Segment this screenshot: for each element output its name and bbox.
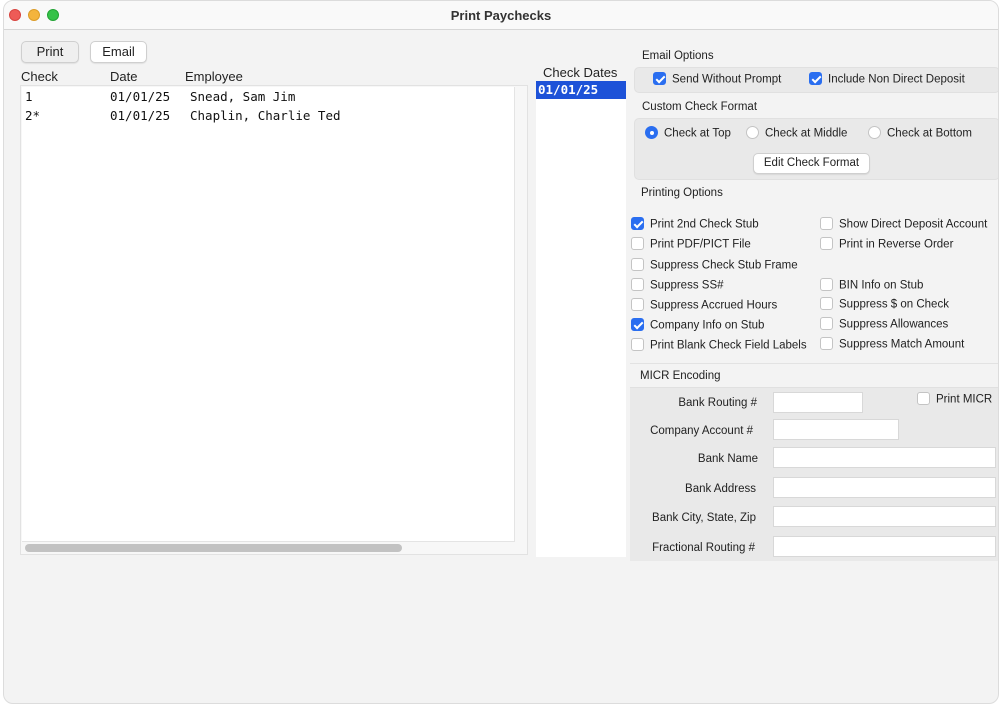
micr-encoding-label: MICR Encoding bbox=[640, 370, 721, 382]
bank-name-label: Bank Name bbox=[697, 453, 758, 465]
suppress-allowances-checkbox[interactable]: Suppress Allowances bbox=[820, 317, 948, 331]
checkbox-unchecked-icon bbox=[820, 278, 833, 291]
fractional-routing-input[interactable] bbox=[773, 536, 996, 557]
print-micr-checkbox[interactable]: Print MICR bbox=[917, 392, 992, 406]
bin-info-on-stub-checkbox[interactable]: BIN Info on Stub bbox=[820, 278, 923, 292]
column-header-check[interactable]: Check bbox=[21, 69, 58, 84]
bank-routing-input[interactable] bbox=[773, 392, 863, 413]
bank-city-state-zip-label: Bank City, State, Zip bbox=[652, 512, 756, 524]
section-divider bbox=[630, 363, 998, 364]
printing-options-label: Printing Options bbox=[641, 187, 723, 199]
email-options-group: Send Without Prompt Include Non Direct D… bbox=[634, 67, 998, 93]
show-direct-deposit-account-checkbox[interactable]: Show Direct Deposit Account bbox=[820, 217, 987, 231]
checkbox-unchecked-icon bbox=[917, 392, 930, 405]
checkbox-checked-icon bbox=[631, 318, 644, 331]
table-row[interactable]: 2* 01/01/25 Chaplin, Charlie Ted bbox=[22, 106, 514, 125]
column-header-employee[interactable]: Employee bbox=[185, 69, 243, 84]
employee-name: Snead, Sam Jim bbox=[190, 89, 296, 104]
checkbox-unchecked-icon bbox=[820, 297, 833, 310]
employee-name: Chaplin, Charlie Ted bbox=[190, 108, 341, 123]
email-options-label: Email Options bbox=[642, 50, 714, 62]
printing-options-group: Print 2nd Check Stub Print PDF/PICT File… bbox=[630, 206, 998, 361]
checkbox-unchecked-icon bbox=[631, 237, 644, 250]
checkbox-unchecked-icon bbox=[820, 217, 833, 230]
print-in-reverse-order-checkbox[interactable]: Print in Reverse Order bbox=[820, 237, 953, 251]
print-2nd-check-stub-checkbox[interactable]: Print 2nd Check Stub bbox=[631, 217, 759, 231]
company-account-label: Company Account # bbox=[650, 425, 753, 437]
checkbox-checked-icon bbox=[809, 72, 822, 85]
micr-encoding-group: Print MICR Bank Routing # Company Accoun… bbox=[630, 387, 998, 561]
custom-check-format-label: Custom Check Format bbox=[642, 101, 758, 113]
check-number: 1 bbox=[25, 89, 33, 104]
company-info-on-stub-checkbox[interactable]: Company Info on Stub bbox=[631, 318, 764, 332]
include-non-direct-deposit-checkbox[interactable]: Include Non Direct Deposit bbox=[809, 72, 965, 86]
print-blank-check-field-labels-checkbox[interactable]: Print Blank Check Field Labels bbox=[631, 338, 807, 352]
radio-unselected-icon bbox=[746, 126, 759, 139]
checks-list[interactable]: 1 01/01/25 Snead, Sam Jim 2* 01/01/25 Ch… bbox=[22, 87, 515, 542]
window-title: Print Paychecks bbox=[450, 8, 552, 23]
email-button[interactable]: Email bbox=[90, 41, 147, 63]
check-date-item-selected[interactable]: 01/01/25 bbox=[536, 81, 626, 99]
bank-name-input[interactable] bbox=[773, 447, 996, 468]
radio-unselected-icon bbox=[868, 126, 881, 139]
checkbox-unchecked-icon bbox=[631, 298, 644, 311]
radio-selected-icon bbox=[645, 126, 658, 139]
horizontal-scrollbar[interactable] bbox=[25, 544, 402, 552]
suppress-accrued-hours-checkbox[interactable]: Suppress Accrued Hours bbox=[631, 298, 777, 312]
company-account-input[interactable] bbox=[773, 419, 899, 440]
suppress-check-stub-frame-checkbox[interactable]: Suppress Check Stub Frame bbox=[631, 258, 798, 272]
check-dates-header: Check Dates bbox=[543, 65, 618, 80]
print-button[interactable]: Print bbox=[21, 41, 79, 63]
send-without-prompt-checkbox[interactable]: Send Without Prompt bbox=[653, 72, 781, 86]
bank-routing-label: Bank Routing # bbox=[678, 397, 757, 409]
print-paychecks-window: Print Paychecks Print Email Check Date E… bbox=[3, 0, 999, 704]
check-dates-list[interactable]: 01/01/25 bbox=[536, 81, 626, 557]
checkbox-checked-icon bbox=[653, 72, 666, 85]
checkbox-unchecked-icon bbox=[631, 278, 644, 291]
check-number: 2* bbox=[25, 108, 41, 123]
fractional-routing-label: Fractional Routing # bbox=[652, 542, 755, 554]
title-bar: Print Paychecks bbox=[4, 1, 998, 30]
suppress-match-amount-checkbox[interactable]: Suppress Match Amount bbox=[820, 337, 964, 351]
checkbox-checked-icon bbox=[631, 217, 644, 230]
checkbox-unchecked-icon bbox=[820, 237, 833, 250]
checkbox-unchecked-icon bbox=[631, 258, 644, 271]
suppress-dollar-on-check-checkbox[interactable]: Suppress $ on Check bbox=[820, 297, 949, 311]
check-date: 01/01/25 bbox=[110, 108, 171, 123]
table-row[interactable]: 1 01/01/25 Snead, Sam Jim bbox=[22, 87, 514, 106]
check-date: 01/01/25 bbox=[110, 89, 171, 104]
checkbox-unchecked-icon bbox=[820, 317, 833, 330]
checks-list-frame: 1 01/01/25 Snead, Sam Jim 2* 01/01/25 Ch… bbox=[20, 85, 528, 555]
checkbox-unchecked-icon bbox=[631, 338, 644, 351]
column-header-date[interactable]: Date bbox=[110, 69, 137, 84]
check-at-bottom-radio[interactable]: Check at Bottom bbox=[868, 126, 972, 140]
check-at-top-radio[interactable]: Check at Top bbox=[645, 126, 731, 140]
print-pdf-pict-file-checkbox[interactable]: Print PDF/PICT File bbox=[631, 237, 751, 251]
edit-check-format-button[interactable]: Edit Check Format bbox=[753, 153, 870, 174]
bank-address-label: Bank Address bbox=[685, 483, 756, 495]
bank-address-input[interactable] bbox=[773, 477, 996, 498]
bank-city-state-zip-input[interactable] bbox=[773, 506, 996, 527]
check-at-middle-radio[interactable]: Check at Middle bbox=[746, 126, 847, 140]
checkbox-unchecked-icon bbox=[820, 337, 833, 350]
suppress-ss-checkbox[interactable]: Suppress SS# bbox=[631, 278, 724, 292]
